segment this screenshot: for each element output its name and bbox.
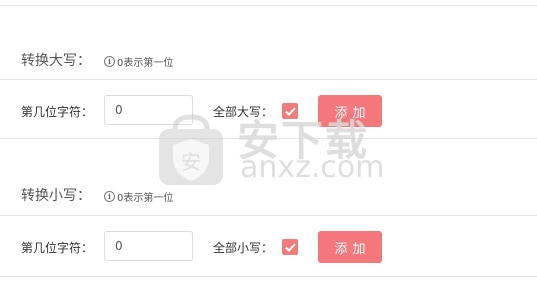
uppercase-hint-text: 0表示第一位 [117,58,174,69]
lowercase-section-title: 转换小写： [21,188,91,204]
lowercase-hint: i 0表示第一位 [104,189,173,204]
watermark-shield-icon: 安 [159,114,223,185]
checkmark-icon [284,242,296,252]
uppercase-hint: i 0表示第一位 [104,54,173,69]
lowercase-add-button[interactable]: 添加 [318,231,382,263]
lowercase-position-input[interactable]: 0 [104,231,193,261]
info-icon: i [104,56,115,67]
bottom-divider [0,276,537,277]
lowercase-all-checkbox[interactable] [282,239,298,255]
lowercase-position-label: 第几位字符： [21,241,94,255]
uppercase-section-title: 转换大写： [21,53,91,69]
lowercase-all-label: 全部小写： [213,241,274,255]
top-divider [0,5,537,6]
watermark-domain: anxz.com [240,150,385,185]
uppercase-position-label: 第几位字符： [21,105,94,119]
lowercase-title-divider [0,215,537,216]
uppercase-title-divider [0,79,537,80]
watermark-badge: 安 [181,150,201,174]
lowercase-hint-text: 0表示第一位 [117,193,174,204]
info-icon: i [104,191,115,202]
